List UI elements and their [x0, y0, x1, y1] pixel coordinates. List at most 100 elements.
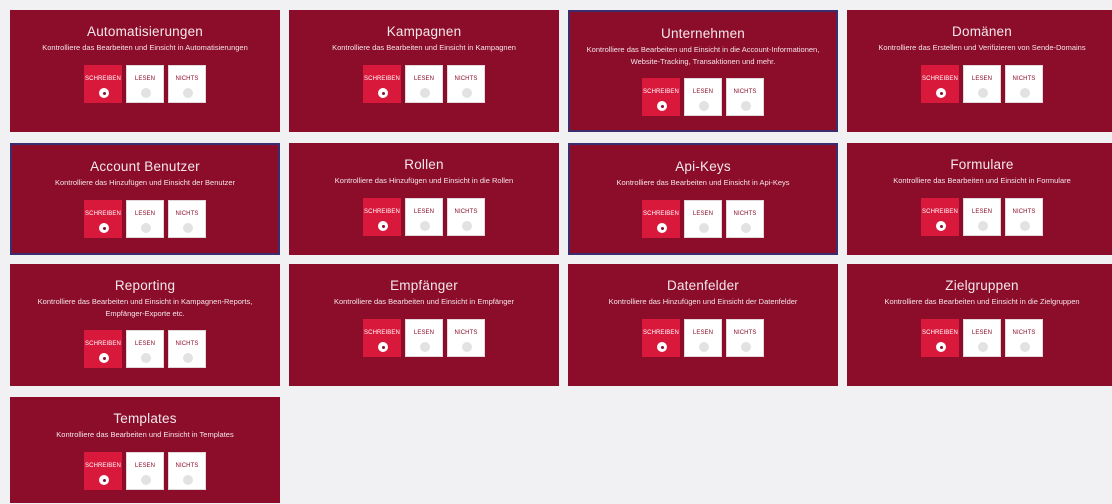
option-write-button[interactable]: SCHREIBEN [363, 65, 401, 103]
card-description: Kontrolliere das Erstellen und Verifizie… [878, 43, 1086, 52]
radio-indicator-icon[interactable] [1020, 88, 1030, 98]
radio-indicator-icon[interactable] [1020, 342, 1030, 352]
option-write-button[interactable]: SCHREIBEN [363, 319, 401, 357]
option-write-button[interactable]: SCHREIBEN [84, 452, 122, 490]
option-label: LESEN [413, 330, 435, 336]
option-label: LESEN [134, 211, 156, 217]
option-label: NICHTS [454, 76, 478, 82]
radio-indicator-icon[interactable] [420, 88, 430, 98]
radio-indicator-icon[interactable] [378, 342, 388, 352]
radio-indicator-icon[interactable] [99, 223, 109, 233]
option-write-button[interactable]: SCHREIBEN [84, 330, 122, 368]
option-none-button[interactable]: NICHTS [168, 200, 206, 238]
radio-indicator-icon[interactable] [978, 88, 988, 98]
card-title: Zielgruppen [945, 278, 1019, 293]
radio-indicator-icon[interactable] [378, 88, 388, 98]
card-description: Kontrolliere das Hinzufügen und Einsicht… [334, 176, 514, 185]
permission-card: Kampagnen Kontrolliere das Bearbeiten und… [289, 10, 559, 132]
radio-indicator-icon[interactable] [936, 88, 946, 98]
radio-indicator-icon[interactable] [141, 223, 151, 233]
option-label: SCHREIBEN [364, 76, 400, 82]
radio-indicator-icon[interactable] [657, 101, 667, 111]
option-read-button[interactable]: LESEN [684, 319, 722, 357]
option-read-button[interactable]: LESEN [126, 200, 164, 238]
radio-indicator-icon[interactable] [462, 221, 472, 231]
radio-indicator-icon[interactable] [183, 223, 193, 233]
radio-indicator-icon[interactable] [141, 353, 151, 363]
option-write-button[interactable]: SCHREIBEN [921, 319, 959, 357]
option-read-button[interactable]: LESEN [126, 65, 164, 103]
option-label: SCHREIBEN [85, 211, 121, 217]
option-none-button[interactable]: NICHTS [726, 78, 764, 116]
card-description: Kontrolliere das Bearbeiten und Einsicht… [332, 43, 516, 52]
option-label: SCHREIBEN [85, 341, 121, 347]
option-label: NICHTS [454, 209, 478, 215]
radio-indicator-icon[interactable] [141, 88, 151, 98]
radio-indicator-icon[interactable] [183, 353, 193, 363]
card-title: Datenfelder [667, 278, 739, 293]
radio-indicator-icon[interactable] [699, 342, 709, 352]
radio-indicator-icon[interactable] [378, 221, 388, 231]
option-none-button[interactable]: NICHTS [1005, 65, 1043, 103]
option-read-button[interactable]: LESEN [405, 319, 443, 357]
option-read-button[interactable]: LESEN [963, 319, 1001, 357]
option-read-button[interactable]: LESEN [405, 198, 443, 236]
card-title: Kampagnen [386, 24, 462, 39]
option-none-button[interactable]: NICHTS [726, 200, 764, 238]
radio-indicator-icon[interactable] [99, 475, 109, 485]
option-label: LESEN [134, 76, 156, 82]
option-write-button[interactable]: SCHREIBEN [642, 200, 680, 238]
option-none-button[interactable]: NICHTS [447, 319, 485, 357]
radio-indicator-icon[interactable] [183, 88, 193, 98]
option-none-button[interactable]: NICHTS [447, 65, 485, 103]
option-read-button[interactable]: LESEN [684, 78, 722, 116]
radio-indicator-icon[interactable] [978, 221, 988, 231]
option-write-button[interactable]: SCHREIBEN [642, 78, 680, 116]
option-label: SCHREIBEN [643, 211, 679, 217]
radio-indicator-icon[interactable] [420, 221, 430, 231]
option-read-button[interactable]: LESEN [684, 200, 722, 238]
option-read-button[interactable]: LESEN [126, 330, 164, 368]
option-label: LESEN [971, 330, 993, 336]
radio-indicator-icon[interactable] [141, 475, 151, 485]
radio-indicator-icon[interactable] [699, 101, 709, 111]
option-none-button[interactable]: NICHTS [1005, 198, 1043, 236]
option-none-button[interactable]: NICHTS [168, 452, 206, 490]
radio-indicator-icon[interactable] [741, 342, 751, 352]
radio-indicator-icon[interactable] [99, 353, 109, 363]
radio-indicator-icon[interactable] [741, 101, 751, 111]
option-read-button[interactable]: LESEN [963, 198, 1001, 236]
option-none-button[interactable]: NICHTS [168, 330, 206, 368]
option-write-button[interactable]: SCHREIBEN [921, 65, 959, 103]
radio-indicator-icon[interactable] [978, 342, 988, 352]
option-none-button[interactable]: NICHTS [447, 198, 485, 236]
option-read-button[interactable]: LESEN [405, 65, 443, 103]
radio-indicator-icon[interactable] [741, 223, 751, 233]
option-read-button[interactable]: LESEN [126, 452, 164, 490]
radio-indicator-icon[interactable] [420, 342, 430, 352]
option-write-button[interactable]: SCHREIBEN [642, 319, 680, 357]
option-write-button[interactable]: SCHREIBEN [84, 65, 122, 103]
radio-indicator-icon[interactable] [699, 223, 709, 233]
radio-indicator-icon[interactable] [657, 223, 667, 233]
radio-indicator-icon[interactable] [462, 342, 472, 352]
radio-indicator-icon[interactable] [1020, 221, 1030, 231]
option-none-button[interactable]: NICHTS [168, 65, 206, 103]
option-write-button[interactable]: SCHREIBEN [363, 198, 401, 236]
option-label: LESEN [971, 76, 993, 82]
card-description: Kontrolliere das Bearbeiten und Einsicht… [893, 176, 1071, 185]
option-label: NICHTS [733, 211, 757, 217]
option-write-button[interactable]: SCHREIBEN [921, 198, 959, 236]
radio-indicator-icon[interactable] [462, 88, 472, 98]
radio-indicator-icon[interactable] [183, 475, 193, 485]
radio-indicator-icon[interactable] [936, 221, 946, 231]
card-description: Kontrolliere das Bearbeiten und Einsicht… [884, 297, 1080, 306]
option-read-button[interactable]: LESEN [963, 65, 1001, 103]
option-none-button[interactable]: NICHTS [1005, 319, 1043, 357]
card-description: Kontrolliere das Bearbeiten und Einsicht… [42, 43, 248, 52]
option-none-button[interactable]: NICHTS [726, 319, 764, 357]
radio-indicator-icon[interactable] [657, 342, 667, 352]
radio-indicator-icon[interactable] [99, 88, 109, 98]
option-write-button[interactable]: SCHREIBEN [84, 200, 122, 238]
radio-indicator-icon[interactable] [936, 342, 946, 352]
